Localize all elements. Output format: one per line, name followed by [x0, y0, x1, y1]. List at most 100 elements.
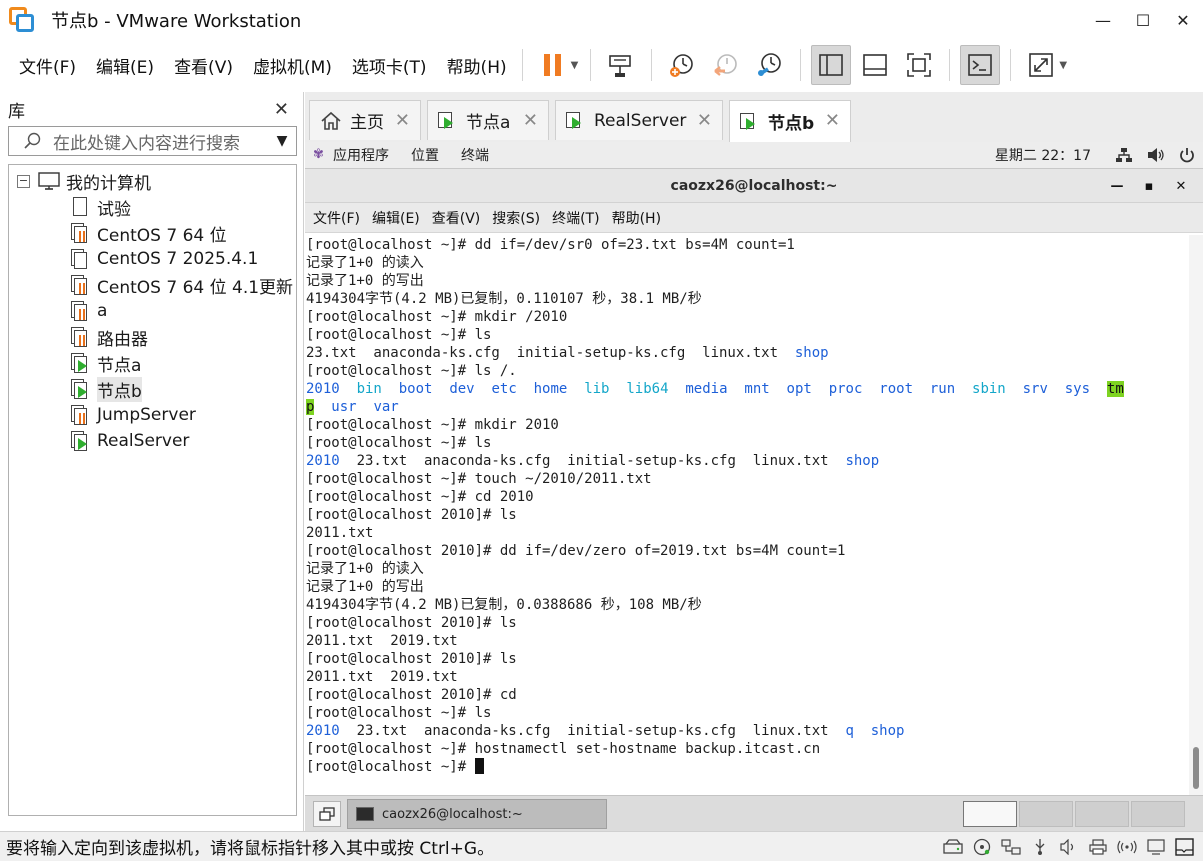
library-search-input[interactable]: 在此处键入内容进行搜索 ▼ — [8, 126, 297, 156]
tree-item[interactable]: a — [9, 298, 296, 324]
thumbnail-bar-icon — [863, 54, 888, 76]
tree-item[interactable]: RealServer — [9, 428, 296, 454]
menu-tabs[interactable]: 选项卡(T) — [352, 53, 427, 78]
tree-item[interactable]: JumpServer — [9, 402, 296, 428]
workspace-3[interactable] — [1075, 801, 1129, 827]
tree-item[interactable]: 节点b — [9, 376, 296, 402]
close-window-button[interactable]: ✕ — [1163, 0, 1203, 40]
tree-item[interactable]: CentOS 7 64 位 — [9, 220, 296, 246]
close-library-button[interactable]: ✕ — [274, 99, 289, 120]
menu-view[interactable]: 查看(V) — [174, 53, 233, 78]
sound-card-icon[interactable] — [1059, 838, 1079, 856]
terminal-menu-search[interactable]: 搜索(S) — [492, 208, 540, 228]
search-placeholder: 在此处键入内容进行搜索 — [53, 133, 240, 154]
show-desktop-button[interactable] — [313, 801, 341, 827]
tree-item[interactable]: CentOS 7 2025.4.1 — [9, 246, 296, 272]
toolbar-separator — [651, 49, 653, 81]
cd-dvd-icon[interactable] — [972, 838, 992, 856]
power-icon[interactable] — [1179, 147, 1195, 163]
gnome-terminal-menu[interactable]: 终端 — [461, 145, 489, 165]
scrollbar-thumb[interactable] — [1193, 747, 1199, 789]
tree-root-my-computer[interactable]: − 我的计算机 — [9, 168, 296, 194]
terminal-line: 2010 23.txt anaconda-ks.cfg initial-setu… — [306, 452, 1189, 470]
search-dropdown-icon[interactable]: ▼ — [268, 133, 296, 149]
gnome-places-menu[interactable]: 位置 — [411, 145, 439, 165]
terminal-line: 2011.txt 2019.txt — [306, 668, 1189, 686]
full-screen-button[interactable] — [899, 45, 939, 85]
keyboard-send-icon — [609, 55, 632, 77]
close-tab-icon[interactable]: ✕ — [697, 110, 712, 131]
gnome-applications-menu[interactable]: 应用程序 — [333, 145, 389, 165]
terminal-text: bin — [356, 381, 382, 397]
terminal-title-bar: caozx26@localhost:~ — ▪ ✕ — [305, 169, 1203, 203]
maximize-button[interactable]: ☐ — [1123, 0, 1163, 40]
console-view-button[interactable] — [960, 45, 1001, 85]
terminal-line: [root@localhost ~]# mkdir 2010 — [306, 416, 1189, 434]
thumbnail-bar-button[interactable] — [855, 45, 895, 85]
workspace-1[interactable] — [963, 801, 1017, 827]
terminal-menu-terminal[interactable]: 终端(T) — [552, 208, 599, 228]
vm-console[interactable]: ✾ 应用程序 位置 终端 星期二 22：17 caozx26@localhost… — [305, 142, 1203, 796]
tree-item[interactable]: 试验 — [9, 194, 296, 220]
terminal-menu-file[interactable]: 文件(F) — [313, 208, 360, 228]
stretch-dropdown-icon[interactable]: ▼ — [1059, 60, 1067, 71]
tab-node-a[interactable]: 节点a ✕ — [427, 100, 549, 140]
printer-icon[interactable] — [1088, 838, 1108, 856]
taskbar-terminal-button[interactable]: caozx26@localhost:~ — [347, 799, 607, 829]
close-tab-icon[interactable]: ✕ — [523, 110, 538, 131]
menu-file[interactable]: 文件(F) — [19, 53, 76, 78]
close-tab-icon[interactable]: ✕ — [825, 110, 840, 131]
revert-snapshot-button[interactable] — [706, 45, 746, 85]
network-icon[interactable] — [1115, 147, 1133, 163]
take-snapshot-button[interactable] — [662, 45, 702, 85]
vm-running-icon — [69, 430, 91, 452]
gnome-clock[interactable]: 星期二 22：17 — [995, 145, 1091, 165]
menu-vm[interactable]: 虚拟机(M) — [253, 53, 332, 78]
terminal-close-button[interactable]: ✕ — [1165, 179, 1197, 194]
stretch-guest-button[interactable] — [1021, 45, 1061, 85]
tab-home[interactable]: 主页 ✕ — [309, 100, 421, 140]
tree-item[interactable]: 路由器 — [9, 324, 296, 350]
network-adapter-icon[interactable] — [1001, 838, 1021, 856]
volume-icon[interactable] — [1147, 147, 1165, 163]
workspace-2[interactable] — [1019, 801, 1073, 827]
collapse-icon[interactable]: − — [17, 174, 30, 188]
terminal-output[interactable]: [root@localhost ~]# dd if=/dev/sr0 of=23… — [305, 235, 1189, 796]
terminal-text: 4194304字节(4.2 MB)已复制，0.110107 秒，38.1 MB/… — [306, 291, 702, 307]
terminal-maximize-button[interactable]: ▪ — [1133, 179, 1165, 194]
menu-edit[interactable]: 编辑(E) — [96, 53, 154, 78]
terminal-window[interactable]: caozx26@localhost:~ — ▪ ✕ 文件(F) 编辑(E) 查看… — [305, 168, 1203, 796]
hard-disk-icon[interactable] — [943, 838, 963, 856]
workspace-4[interactable] — [1131, 801, 1185, 827]
message-log-icon[interactable] — [1175, 838, 1195, 856]
tab-label: 节点b — [768, 114, 815, 134]
wireless-icon[interactable] — [1117, 838, 1137, 856]
minimize-button[interactable]: — — [1083, 0, 1123, 40]
terminal-scrollbar[interactable] — [1189, 235, 1203, 796]
snapshot-manager-button[interactable] — [750, 45, 790, 85]
terminal-menu-edit[interactable]: 编辑(E) — [372, 208, 420, 228]
tab-realserver[interactable]: RealServer ✕ — [555, 100, 723, 140]
terminal-text: 4194304字节(4.2 MB)已复制，0.0388686 秒，108 MB/… — [306, 597, 702, 613]
terminal-minimize-button[interactable]: — — [1101, 179, 1133, 194]
send-ctrl-alt-del-button[interactable] — [601, 45, 641, 85]
terminal-text: proc — [828, 381, 863, 397]
terminal-menu-view[interactable]: 查看(V) — [432, 208, 481, 228]
toolbar-separator — [590, 49, 592, 81]
display-icon[interactable] — [1146, 838, 1166, 856]
terminal-line: 记录了1+0 的读入 — [306, 560, 1189, 578]
terminal-menu-help[interactable]: 帮助(H) — [612, 208, 661, 228]
tree-item[interactable]: CentOS 7 64 位 4.1更新 — [9, 272, 296, 298]
usb-icon[interactable] — [1030, 838, 1050, 856]
tab-node-b[interactable]: 节点b ✕ — [729, 100, 851, 142]
pause-dropdown-icon[interactable]: ▼ — [571, 60, 579, 71]
tree-item[interactable]: 节点a — [9, 350, 296, 376]
pause-vm-button[interactable] — [533, 45, 573, 85]
show-library-button[interactable] — [811, 45, 852, 85]
close-tab-icon[interactable]: ✕ — [395, 110, 410, 131]
menu-help[interactable]: 帮助(H) — [447, 53, 507, 78]
